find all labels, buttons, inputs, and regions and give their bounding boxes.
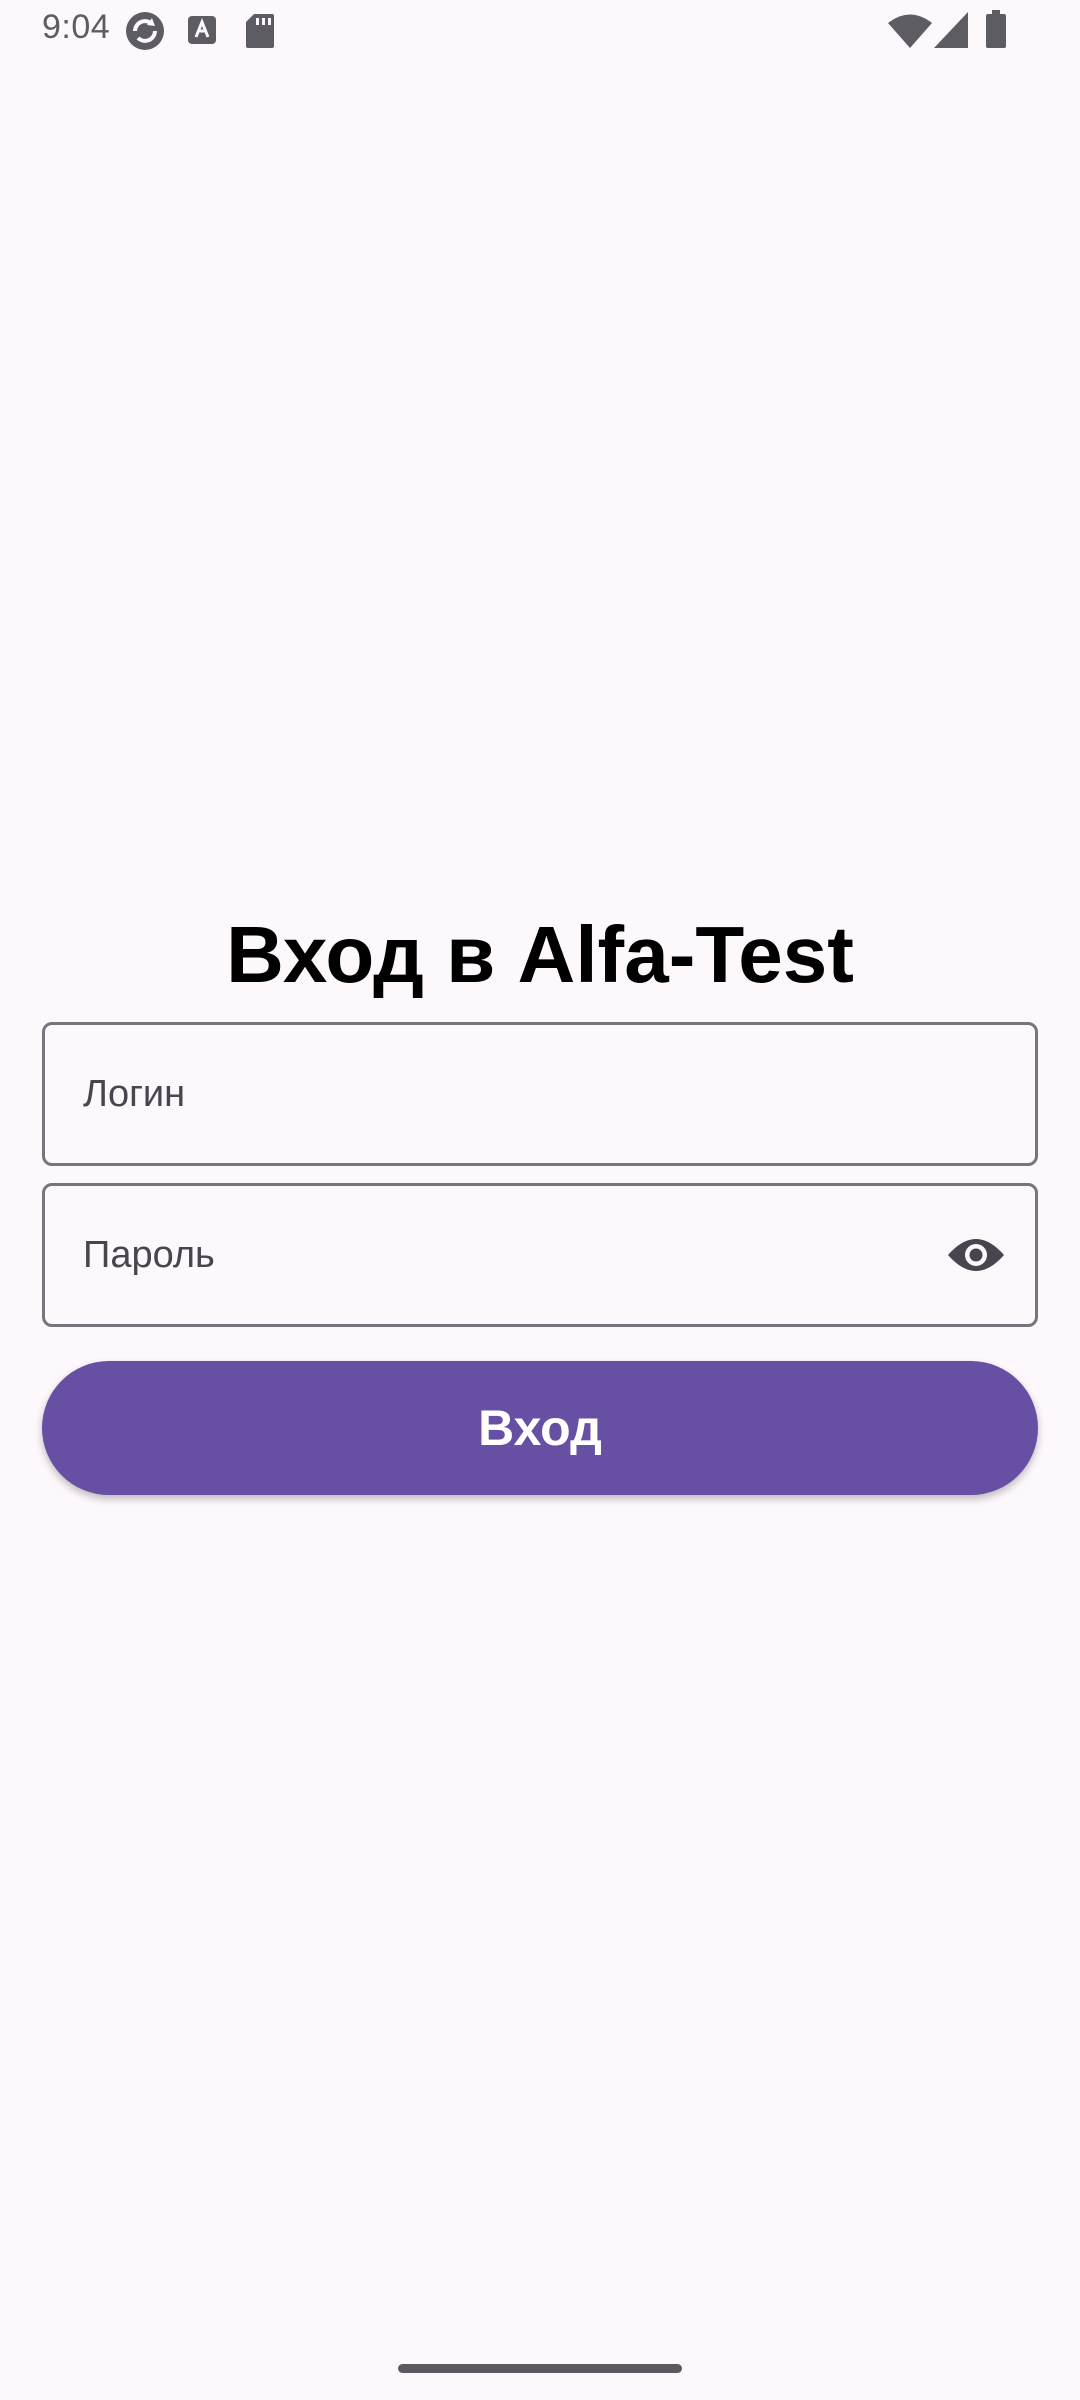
status-time: 9:04 [42,8,111,46]
toggle-password-visibility-button[interactable] [945,1224,1007,1286]
login-button[interactable]: Вход [42,1361,1038,1495]
cellular-signal-icon [934,12,968,48]
password-field[interactable] [42,1183,1038,1327]
battery-icon [986,10,1006,48]
eye-icon [948,1239,1004,1271]
status-bar: 9:04 [0,0,1080,62]
gesture-nav-handle[interactable] [398,2364,682,2373]
login-field[interactable] [42,1022,1038,1166]
sync-icon [126,12,164,50]
page-title: Вход в Alfa-Test [226,910,854,999]
sd-card-icon [246,14,274,48]
password-input[interactable] [83,1186,943,1324]
login-input[interactable] [83,1025,943,1163]
font-a-icon [188,16,216,44]
wifi-icon [888,14,932,48]
